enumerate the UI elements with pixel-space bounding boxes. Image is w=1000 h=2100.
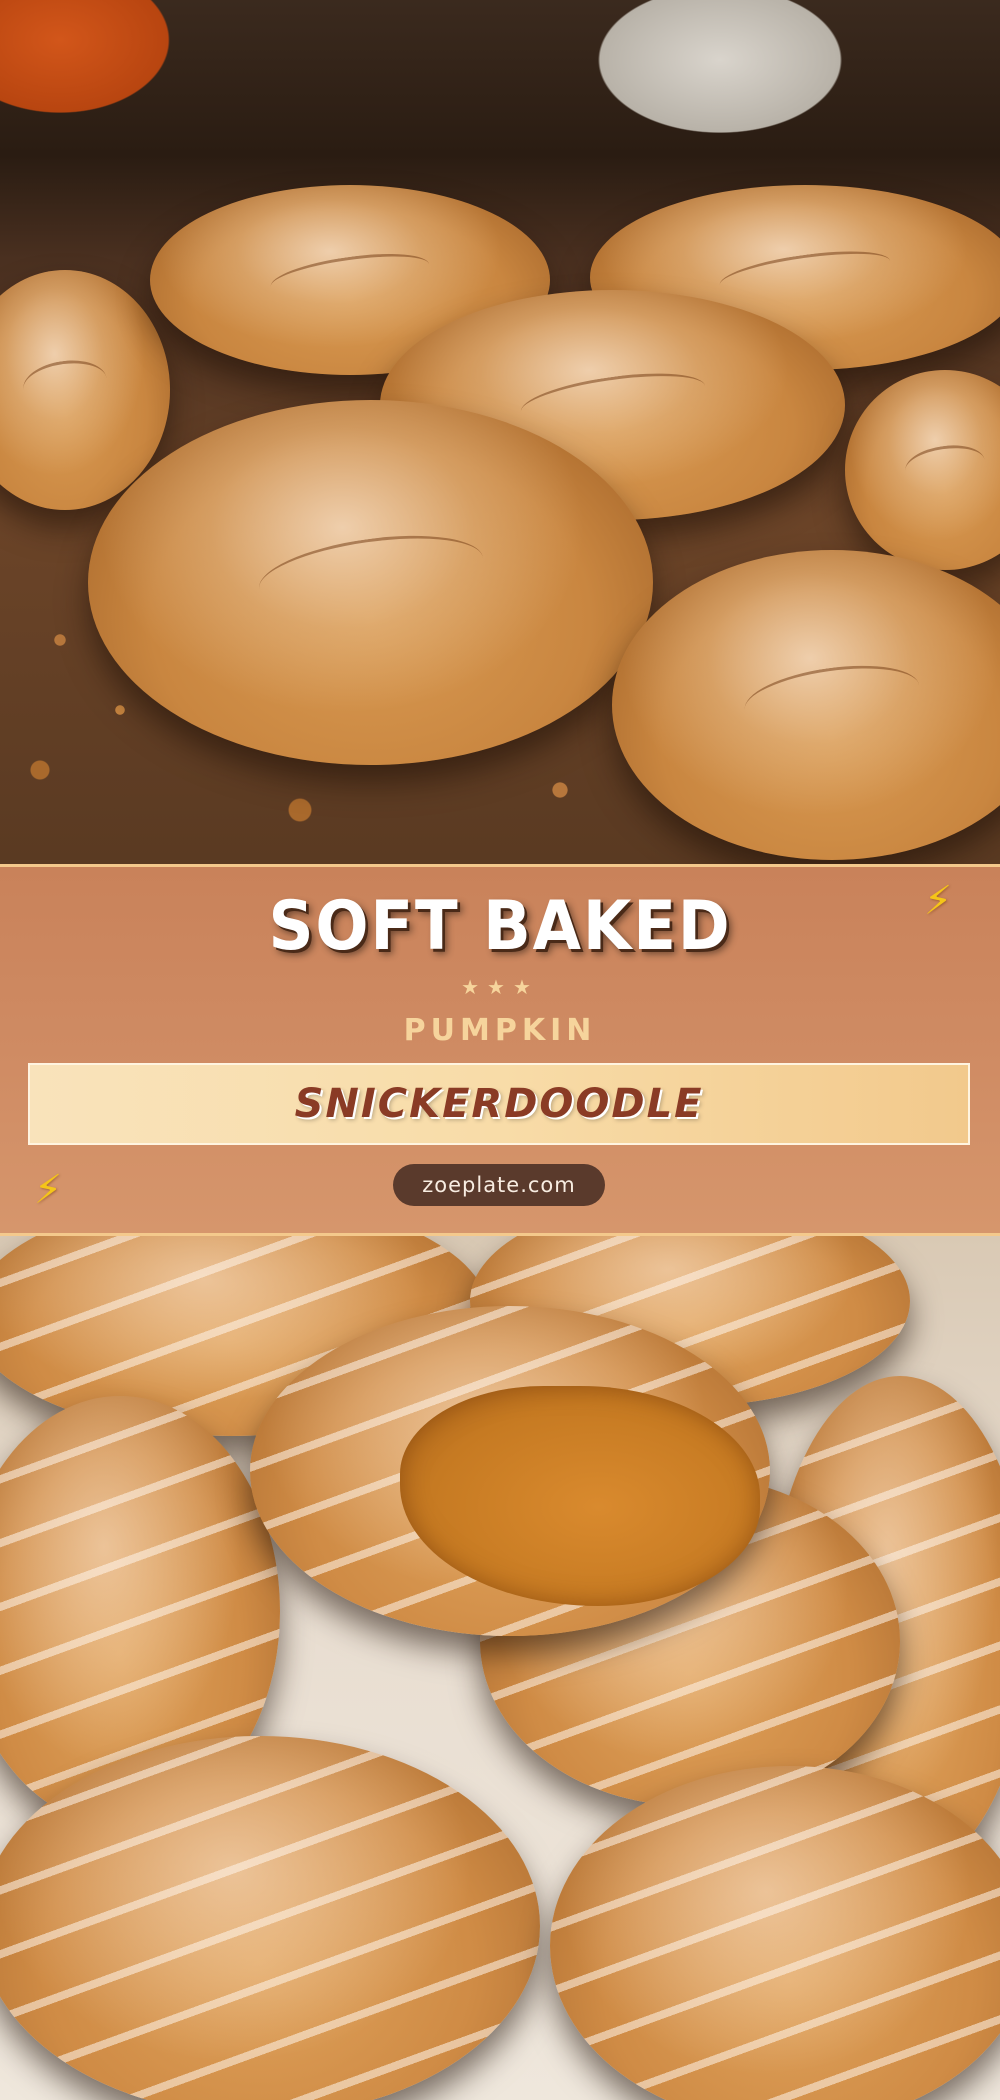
title-banner: ⚡ SOFT BAKED ★★★ PUMPKIN SNICKERDOODLE z… <box>0 864 1000 1236</box>
cookie <box>845 370 1000 570</box>
cookie-main <box>88 400 653 765</box>
title-snickerdoodle: SNICKERDOODLE <box>294 1081 704 1127</box>
website-pill[interactable]: zoeplate.com <box>393 1164 605 1206</box>
cookie <box>0 1736 540 2100</box>
title-soft-baked: SOFT BAKED <box>268 887 732 966</box>
title-pumpkin: PUMPKIN <box>403 1013 597 1048</box>
lightning-bolt-icon: ⚡ <box>34 1167 63 1213</box>
bottom-cookie-photo <box>0 1236 1000 2100</box>
title-ribbon: SNICKERDOODLE <box>28 1063 970 1145</box>
decorative-stars: ★★★ <box>461 975 539 999</box>
cookie <box>550 1766 1000 2100</box>
top-cookie-photo <box>0 0 1000 864</box>
